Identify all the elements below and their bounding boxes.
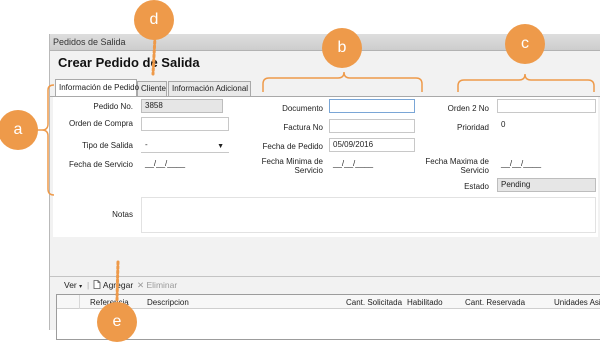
callout-d: d [134, 0, 174, 40]
callout-c: c [505, 24, 545, 64]
pedidos-window: Pedidos de Salida Crear Pedido de Salida… [49, 34, 600, 340]
eliminar-button[interactable]: ✕ Eliminar [137, 280, 177, 291]
orden-compra-label: Orden de Compra [68, 119, 133, 128]
orden-compra-field[interactable] [141, 117, 229, 131]
factura-no-field[interactable] [329, 119, 415, 133]
fecha-minima-label: Fecha Minima de Servicio [261, 157, 323, 175]
documento-label: Documento [282, 104, 323, 113]
fecha-pedido-label: Fecha de Pedido [262, 142, 324, 151]
new-document-icon [93, 280, 101, 289]
order-info-panel: Pedido No. 3858 Orden de Compra Tipo de … [53, 97, 598, 237]
documento-field[interactable] [329, 99, 415, 113]
window-title: Pedidos de Salida [53, 37, 126, 47]
fecha-servicio-field[interactable]: __/__/____ [141, 157, 229, 171]
fecha-minima-field[interactable]: __/__/____ [329, 157, 415, 171]
grid-col-cant-solicitada[interactable]: Cant. Solicitada [346, 298, 402, 307]
orden2-label: Orden 2 No [447, 104, 489, 113]
grid-col-cant-reservada[interactable]: Cant. Reservada [465, 298, 525, 307]
toolbar-separator: | [87, 280, 90, 290]
prioridad-field[interactable]: 0 [497, 118, 596, 132]
items-grid[interactable]: Referencia Descripcion Cant. Solicitada … [56, 294, 600, 340]
orden2-field[interactable] [497, 99, 596, 113]
agregar-label: Agregar [102, 280, 134, 290]
callout-b: b [322, 28, 362, 68]
tab-cliente[interactable]: Cliente [137, 81, 167, 96]
notas-label: Notas [112, 210, 133, 219]
ver-label: Ver [64, 280, 77, 290]
estado-label: Estado [464, 182, 489, 191]
notas-field[interactable] [141, 197, 596, 233]
pedido-no-field[interactable]: 3858 [141, 99, 223, 113]
grid-col-unidades-asig[interactable]: Unidades Asig [554, 298, 600, 307]
estado-field[interactable]: Pending [497, 178, 596, 192]
callout-a: a [0, 110, 38, 150]
pedido-no-label: Pedido No. [93, 102, 133, 111]
grid-col-habilitado[interactable]: Habilitado [407, 298, 443, 307]
grid-col-descripcion[interactable]: Descripcion [147, 298, 189, 307]
page-title: Crear Pedido de Salida [58, 55, 200, 70]
tab-informacion-pedido[interactable]: Información de Pedido [55, 79, 139, 96]
tipo-salida-label: Tipo de Salida [82, 141, 133, 150]
fecha-pedido-field[interactable]: 05/09/2016 [329, 138, 415, 152]
fecha-maxima-label: Fecha Maxima de Servicio [425, 157, 489, 175]
prioridad-label: Prioridad [456, 123, 489, 132]
tab-informacion-adicional[interactable]: Información Adicional [168, 81, 251, 96]
fecha-servicio-label: Fecha de Servicio [68, 160, 133, 169]
tipo-salida-underline [141, 152, 229, 153]
grid-toolbar: Ver ▾ | Agregar ✕ Eliminar [50, 277, 600, 293]
caret-down-icon: ▾ [79, 284, 83, 290]
tipo-salida-value: - [145, 140, 148, 149]
agregar-button[interactable]: Agregar [93, 280, 133, 290]
fecha-maxima-field[interactable]: __/__/____ [497, 157, 596, 171]
eliminar-label: Eliminar [146, 280, 178, 290]
delete-x-icon: ✕ [137, 280, 145, 290]
tipo-salida-select[interactable]: - ▼ [141, 138, 229, 152]
ver-button[interactable]: Ver ▾ [64, 280, 82, 290]
callout-e: e [97, 302, 137, 342]
grid-header-row: Referencia Descripcion Cant. Solicitada … [57, 295, 600, 309]
factura-no-label: Factura No [283, 123, 323, 132]
grid-row-header-separator [79, 295, 80, 309]
